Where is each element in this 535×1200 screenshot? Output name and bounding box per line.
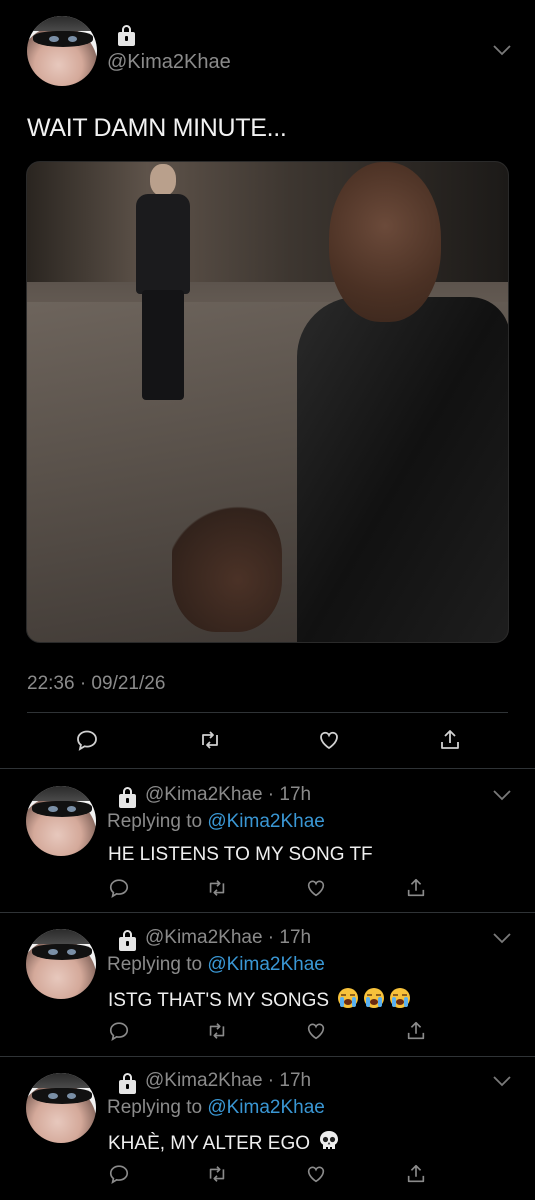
chevron-down-icon[interactable] [491,931,513,945]
author-handle[interactable]: @Kima2Khae [145,1070,263,1091]
chevron-down-icon[interactable] [491,788,513,802]
lock-icon [119,787,136,808]
reply-header: @Kima2Khae · 17h [145,784,312,805]
lock-icon [118,25,135,46]
reply-text-line: KHAÈ, MY ALTER EGO [108,1130,341,1155]
reply-text-line: ISTG THAT'S MY SONGS [108,987,412,1012]
replying-to: Replying to @Kima2Khae [107,954,325,975]
retweet-icon[interactable] [206,1163,228,1185]
replying-to: Replying to @Kima2Khae [107,811,325,832]
loudly-crying-face-emoji [388,987,412,1009]
author-handle[interactable]: @Kima2Khae [145,927,263,948]
retweet-icon[interactable] [206,877,228,899]
share-icon[interactable] [405,1163,427,1185]
loudly-crying-face-emoji [362,987,386,1009]
tweet-photo[interactable] [26,161,509,643]
skull-emoji [317,1130,341,1152]
lock-icon [119,1073,136,1094]
like-icon[interactable] [317,728,341,752]
reply-icon[interactable] [108,1020,130,1042]
reply-time[interactable]: 17h [279,927,311,948]
reply-time[interactable]: 17h [279,784,311,805]
chevron-down-icon[interactable] [491,43,513,57]
reply-icon[interactable] [108,877,130,899]
like-icon[interactable] [305,877,327,899]
like-icon[interactable] [305,1163,327,1185]
reply-icon[interactable] [75,728,99,752]
avatar[interactable] [27,16,97,86]
retweet-icon[interactable] [198,728,222,752]
mention-link[interactable]: @Kima2Khae [207,811,325,832]
loudly-crying-face-emoji [336,987,360,1009]
avatar[interactable] [26,929,96,999]
mention-link[interactable]: @Kima2Khae [207,954,325,975]
avatar[interactable] [26,786,96,856]
reply-text: ISTG THAT'S MY SONGS [108,990,330,1011]
author-handle[interactable]: @Kima2Khae [145,784,263,805]
reply-time[interactable]: 17h [279,1070,311,1091]
divider [27,712,508,713]
mention-link[interactable]: @Kima2Khae [207,1097,325,1118]
like-icon[interactable] [305,1020,327,1042]
share-icon[interactable] [438,728,462,752]
reply-text: HE LISTENS TO MY SONG TF [108,844,373,865]
lock-icon [119,930,136,951]
chevron-down-icon[interactable] [491,1074,513,1088]
tweet-timestamp[interactable]: 22:36 · 09/21/26 [27,673,165,695]
replying-to: Replying to @Kima2Khae [107,1097,325,1118]
author-handle[interactable]: @Kima2Khae [107,51,231,74]
reply-header: @Kima2Khae · 17h [145,1070,312,1091]
divider [0,1056,535,1057]
reply-header: @Kima2Khae · 17h [145,927,312,948]
divider [0,912,535,913]
divider [0,768,535,769]
reply-icon[interactable] [108,1163,130,1185]
reply-text: KHAÈ, MY ALTER EGO [108,1133,311,1154]
retweet-icon[interactable] [206,1020,228,1042]
tweet-text: WAIT DAMN MINUTE... [27,114,287,142]
share-icon[interactable] [405,1020,427,1042]
share-icon[interactable] [405,877,427,899]
avatar[interactable] [26,1073,96,1143]
